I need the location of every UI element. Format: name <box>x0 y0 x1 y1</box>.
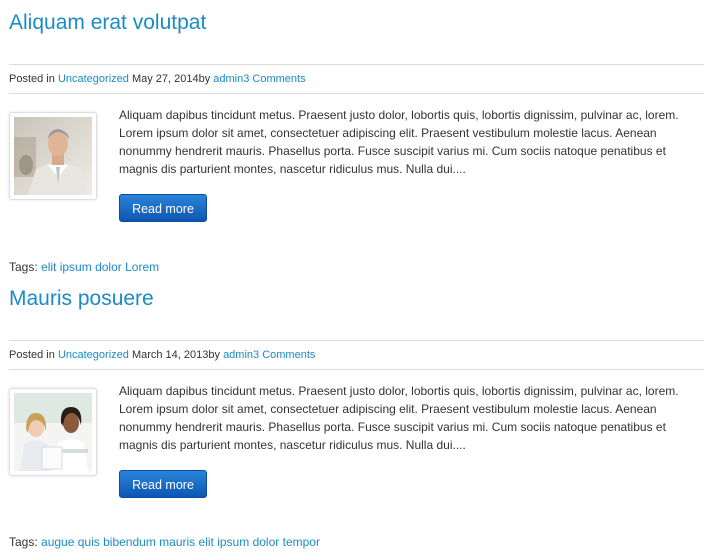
by-label: by <box>198 73 211 85</box>
post-meta: Posted in Uncategorized March 14, 2013by… <box>9 340 704 370</box>
author-link[interactable]: admin <box>213 73 243 85</box>
tag-link[interactable]: dolor <box>253 535 280 549</box>
post-title-link[interactable]: Aliquam erat volutpat <box>9 11 206 34</box>
tag-link[interactable]: mauris <box>159 535 195 549</box>
tag-link[interactable]: elit <box>41 260 56 274</box>
posted-in-label: Posted in <box>9 73 55 85</box>
read-more-button[interactable]: Read more <box>119 470 207 498</box>
two-women-photo-icon <box>14 393 92 471</box>
post-date: March 14, 2013 <box>131 349 209 361</box>
tag-link[interactable]: bibendum <box>103 535 156 549</box>
category-link[interactable]: Uncategorized <box>58 349 129 361</box>
comments-link[interactable]: 3 Comments <box>253 349 315 361</box>
post-thumbnail[interactable] <box>9 388 97 476</box>
post-thumbnail[interactable] <box>9 112 97 200</box>
business-man-photo-icon <box>14 117 92 195</box>
tag-link[interactable]: dolor <box>95 260 122 274</box>
read-more-button[interactable]: Read more <box>119 194 207 222</box>
post-title[interactable]: Aliquam erat volutpat <box>9 10 206 36</box>
tag-link[interactable]: augue <box>41 535 74 549</box>
tags-label: Tags: <box>9 260 38 274</box>
post-title[interactable]: Mauris posuere <box>9 286 154 312</box>
by-label: by <box>208 349 220 361</box>
comments-link[interactable]: 3 Comments <box>243 73 305 85</box>
tag-link[interactable]: elit <box>199 535 214 549</box>
tag-link[interactable]: Lorem <box>125 260 159 274</box>
post-tags: Tags: augue quis bibendum mauris elit ip… <box>9 535 320 549</box>
post-tags: Tags: elit ipsum dolor Lorem <box>9 260 159 274</box>
tags-label: Tags: <box>9 535 38 549</box>
posted-in-label: Posted in <box>9 349 55 361</box>
tag-link[interactable]: tempor <box>283 535 320 549</box>
post-excerpt: Aliquam dapibus tincidunt metus. Praesen… <box>119 108 679 176</box>
post-excerpt: Aliquam dapibus tincidunt metus. Praesen… <box>119 384 679 452</box>
tag-link[interactable]: quis <box>78 535 100 549</box>
author-link[interactable]: admin <box>223 349 253 361</box>
post-date: May 27, 2014 <box>131 73 199 85</box>
post-meta: Posted in Uncategorized May 27, 2014by a… <box>9 64 704 94</box>
post-title-link[interactable]: Mauris posuere <box>9 287 154 310</box>
category-link[interactable]: Uncategorized <box>58 73 129 85</box>
tag-link[interactable]: ipsum <box>217 535 249 549</box>
tag-link[interactable]: ipsum <box>60 260 92 274</box>
